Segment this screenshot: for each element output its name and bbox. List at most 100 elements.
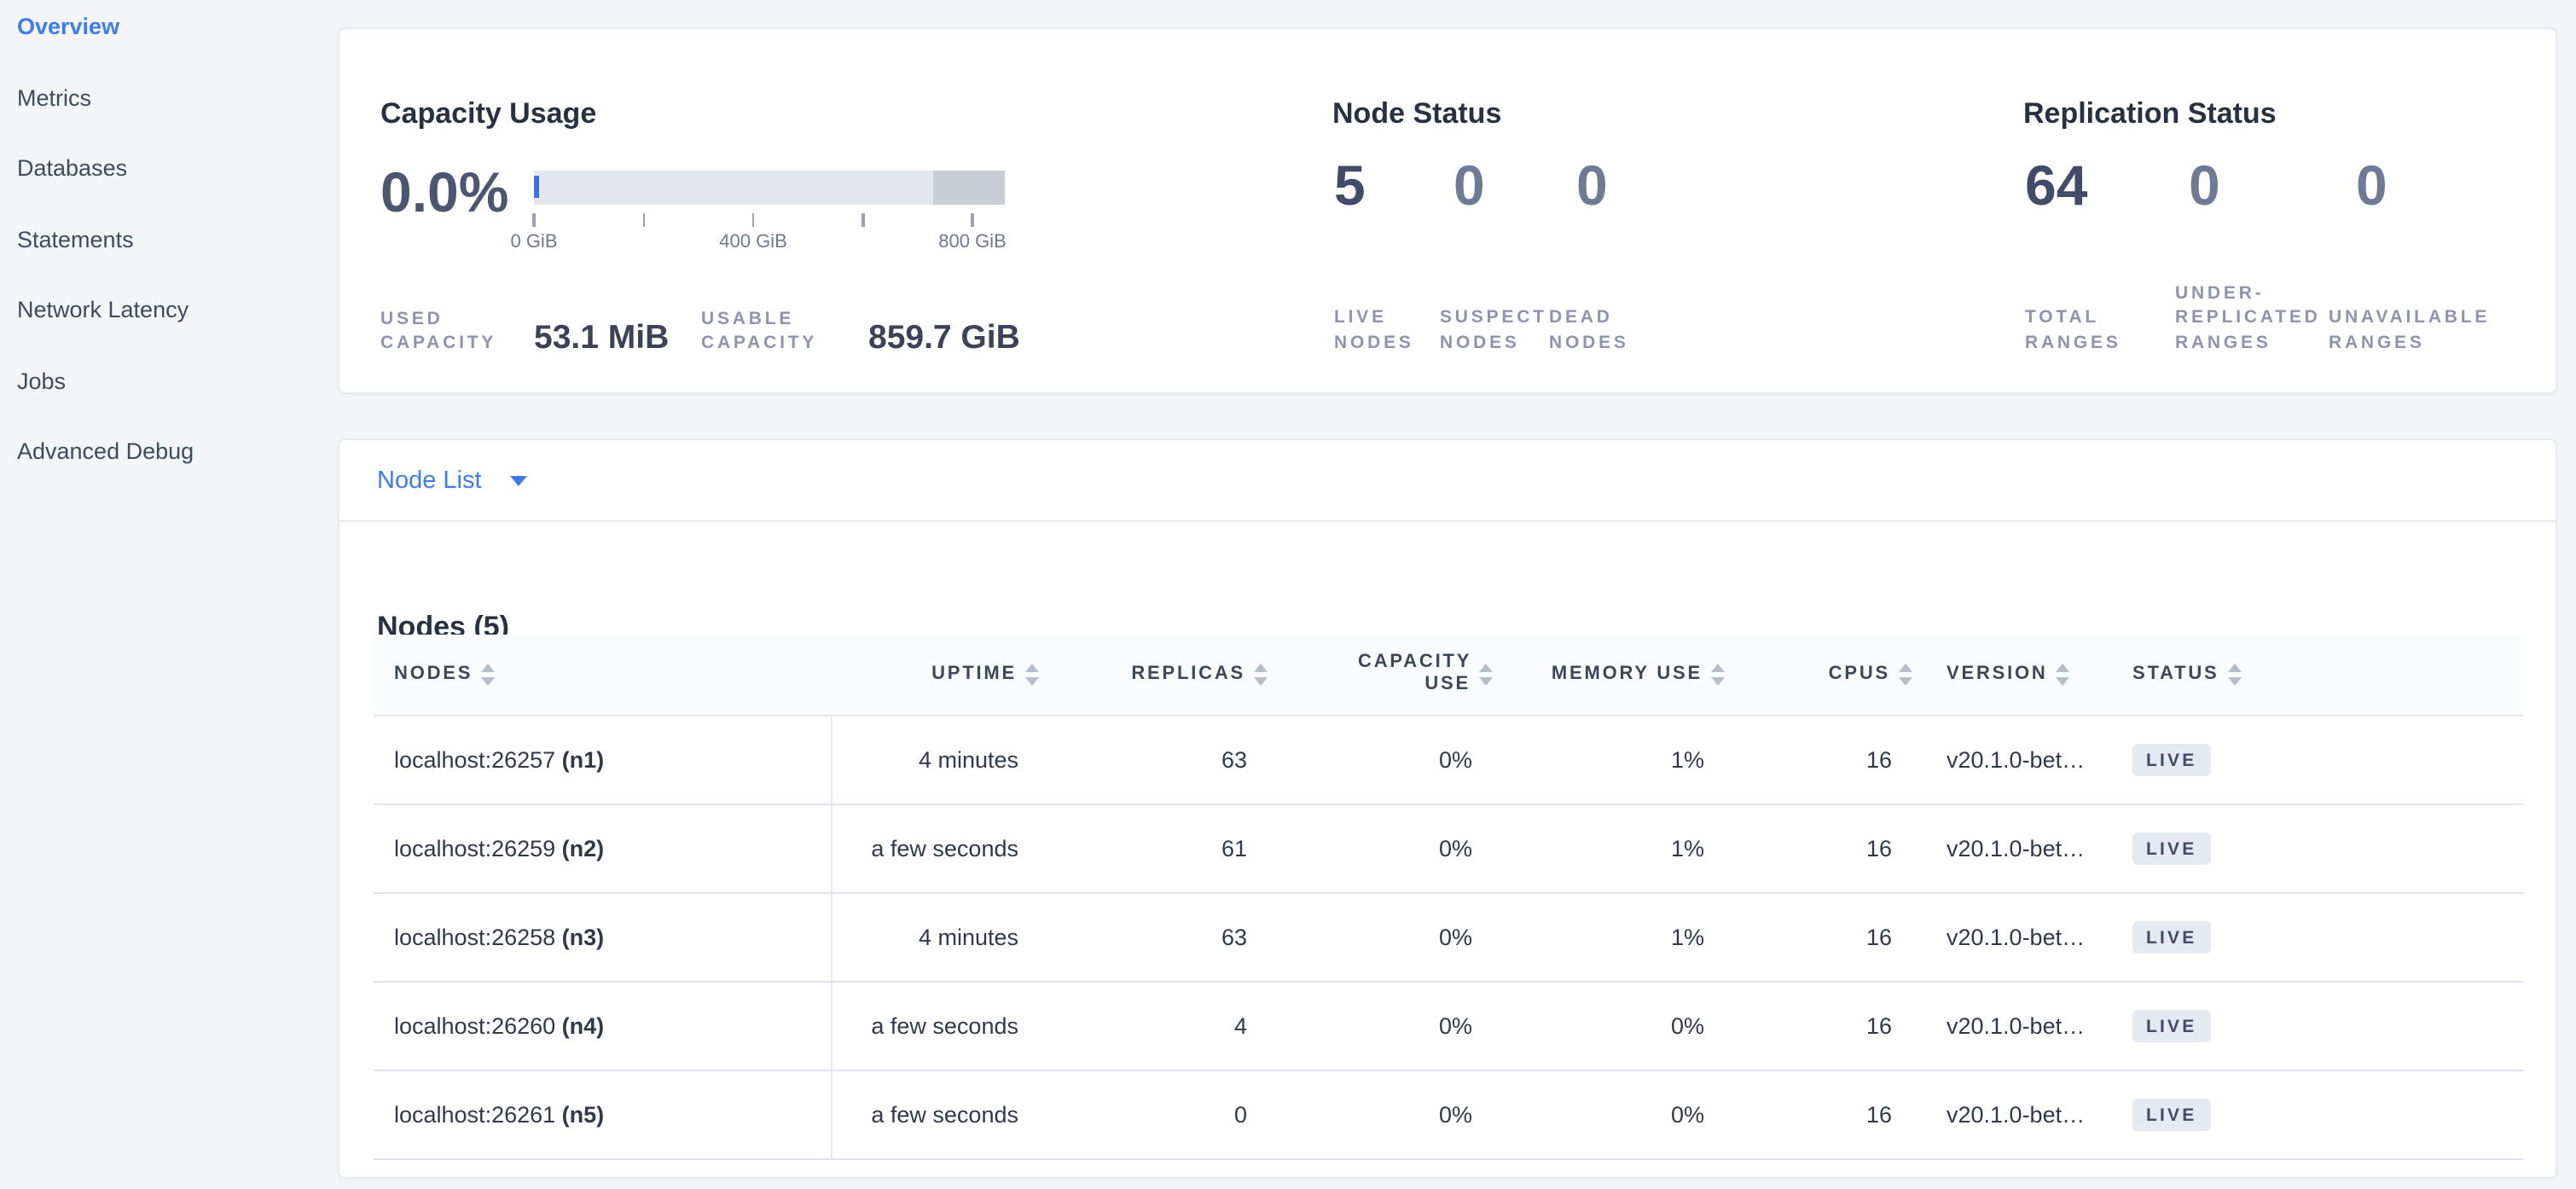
stat-value-dead-nodes: 0 [1576, 152, 1709, 220]
sort-icon[interactable] [1254, 664, 1268, 685]
column-header-replicas[interactable]: REPLICAS [1042, 635, 1271, 715]
status-cell: LIVE [2117, 1070, 2523, 1158]
table-row[interactable]: localhost:26258 (n3)4 minutes630%1%16v20… [374, 892, 2523, 981]
sidebar-item-databases[interactable]: Databases [0, 155, 338, 226]
sort-icon[interactable] [1025, 664, 1039, 685]
sidebar-item-network-latency[interactable]: Network Latency [0, 297, 338, 368]
node-address-cell[interactable]: localhost:26259 (n2) [374, 803, 831, 892]
replicas-cell: 63 [1042, 892, 1271, 981]
column-header-version[interactable]: VERSION [1916, 635, 2117, 715]
column-label: UPTIME [931, 664, 1017, 685]
node-list-card: Node List Nodes (5) NODESUPTIMEREPLICASC… [338, 438, 2557, 1179]
column-header-uptime[interactable]: UPTIME [831, 635, 1042, 715]
memory-use-cell: 1% [1496, 715, 1728, 803]
version-cell: v20.1.0-bet… [1916, 1070, 2117, 1158]
status-badge: LIVE [2132, 743, 2211, 775]
stat-label-dead-nodes: DEAD NODES [1549, 305, 1668, 355]
version-cell: v20.1.0-bet… [1916, 715, 2117, 803]
node-address-cell[interactable]: localhost:26257 (n1) [374, 715, 831, 803]
nodes-table-wrapper: NODES UPTIME REPLICAS CAPACITY USE MEMORY US… [374, 635, 2523, 1159]
column-label: MEMORY USE [1552, 664, 1703, 685]
node-address-cell[interactable]: localhost:26261 (n5) [374, 1070, 831, 1158]
column-header-capacity_use[interactable]: CAPACITY USE [1271, 635, 1496, 715]
replicas-cell: 0 [1042, 1070, 1271, 1158]
table-row[interactable]: localhost:26260 (n4)a few seconds40%0%16… [374, 981, 2523, 1070]
column-header-cpus[interactable]: CPUS [1728, 635, 1916, 715]
replicas-cell: 61 [1042, 803, 1271, 892]
node-address-cell[interactable]: localhost:26260 (n4) [374, 981, 831, 1070]
status-cell: LIVE [2117, 981, 2523, 1070]
capacity-axis: 0 GiB400 GiB800 GiB [534, 210, 1005, 261]
sort-icon[interactable] [2057, 664, 2070, 685]
table-row[interactable]: localhost:26257 (n1)4 minutes630%1%16v20… [374, 715, 2523, 803]
node-list-dropdown[interactable]: Node List [339, 440, 2556, 522]
sort-icon[interactable] [481, 664, 495, 685]
node-address: localhost:26257 [394, 746, 562, 772]
capacity-use-cell: 0% [1271, 981, 1496, 1070]
capacity-use-cell: 0% [1271, 715, 1496, 803]
node-address: localhost:26261 [394, 1101, 562, 1127]
stat-value-under-replicated-ranges: 0 [2189, 152, 2356, 220]
uptime-cell: a few seconds [831, 803, 1042, 892]
column-label: VERSION [1947, 664, 2048, 685]
sidebar-item-statements[interactable]: Statements [0, 226, 338, 297]
node-address-cell[interactable]: localhost:26258 (n3) [374, 892, 831, 981]
sort-icon[interactable] [1711, 664, 1725, 685]
replication-status-values: 6400 [2025, 152, 2547, 220]
stat-label-unavailable-ranges: UNAVAILABLE RANGES [2329, 305, 2506, 355]
node-id: (n4) [562, 1012, 605, 1038]
sidebar-item-metrics[interactable]: Metrics [0, 84, 338, 155]
stat-label-under-replicated-ranges: UNDER-REPLICATED RANGES [2175, 281, 2329, 355]
tick-mark [972, 213, 974, 227]
tick-mark [752, 213, 755, 227]
node-address: localhost:26259 [394, 835, 562, 861]
replicas-cell: 4 [1042, 981, 1271, 1070]
uptime-cell: 4 minutes [831, 715, 1042, 803]
cpus-cell: 16 [1728, 892, 1916, 981]
uptime-cell: 4 minutes [831, 892, 1042, 981]
table-row[interactable]: localhost:26261 (n5)a few seconds00%0%16… [374, 1070, 2523, 1158]
stat-label-live-nodes: LIVE NODES [1334, 305, 1440, 355]
node-status-values: 500 [1334, 152, 1709, 220]
table-header-row: NODES UPTIME REPLICAS CAPACITY USE MEMORY US… [374, 635, 2523, 715]
table-row[interactable]: localhost:26259 (n2)a few seconds610%1%1… [374, 803, 2523, 892]
node-id: (n3) [562, 924, 605, 949]
status-badge: LIVE [2132, 1009, 2211, 1041]
version-cell: v20.1.0-bet… [1916, 803, 2117, 892]
cpus-cell: 16 [1728, 981, 1916, 1070]
sort-icon[interactable] [2228, 664, 2242, 685]
tick-mark [862, 213, 864, 227]
column-label: REPLICAS [1131, 664, 1245, 685]
column-header-memory_use[interactable]: MEMORY USE [1496, 635, 1728, 715]
cluster-summary-card: Capacity Usage 0.0% 0 GiB400 GiB800 GiB … [338, 27, 2557, 394]
stat-value-suspect-nodes: 0 [1453, 152, 1576, 220]
chevron-down-icon [511, 475, 528, 485]
status-cell: LIVE [2117, 803, 2523, 892]
stat-label-suspect-nodes: SUSPECT NODES [1440, 305, 1549, 355]
node-status-title: Node Status [1332, 97, 1501, 131]
column-header-node[interactable]: NODES [374, 635, 831, 715]
capacity-use-cell: 0% [1271, 892, 1496, 981]
sort-icon[interactable] [1479, 664, 1493, 685]
sidebar-item-advanced-debug[interactable]: Advanced Debug [0, 438, 338, 509]
usable-capacity-label: USABLE CAPACITY [701, 307, 841, 355]
uptime-cell: a few seconds [831, 981, 1042, 1070]
status-badge: LIVE [2132, 1098, 2211, 1130]
capacity-percent: 0.0% [380, 159, 508, 227]
replicas-cell: 63 [1042, 715, 1271, 803]
capacity-bar-tail-segment [933, 171, 1005, 205]
sidebar-item-overview[interactable]: Overview [0, 14, 338, 84]
node-address: localhost:26260 [394, 1012, 562, 1038]
used-capacity-value: 53.1 MiB [534, 319, 669, 358]
uptime-cell: a few seconds [831, 1070, 1042, 1158]
node-list-dropdown-label[interactable]: Node List [377, 467, 482, 494]
node-status-labels: LIVE NODESSUSPECT NODESDEAD NODES [1334, 305, 1668, 355]
replication-status-title: Replication Status [2023, 97, 2277, 131]
memory-use-cell: 1% [1496, 892, 1728, 981]
status-badge: LIVE [2132, 920, 2211, 953]
node-id: (n2) [562, 835, 605, 861]
sidebar-item-jobs[interactable]: Jobs [0, 368, 338, 438]
column-header-status[interactable]: STATUS [2117, 635, 2523, 715]
sort-icon[interactable] [1899, 664, 1912, 685]
status-badge: LIVE [2132, 832, 2211, 864]
